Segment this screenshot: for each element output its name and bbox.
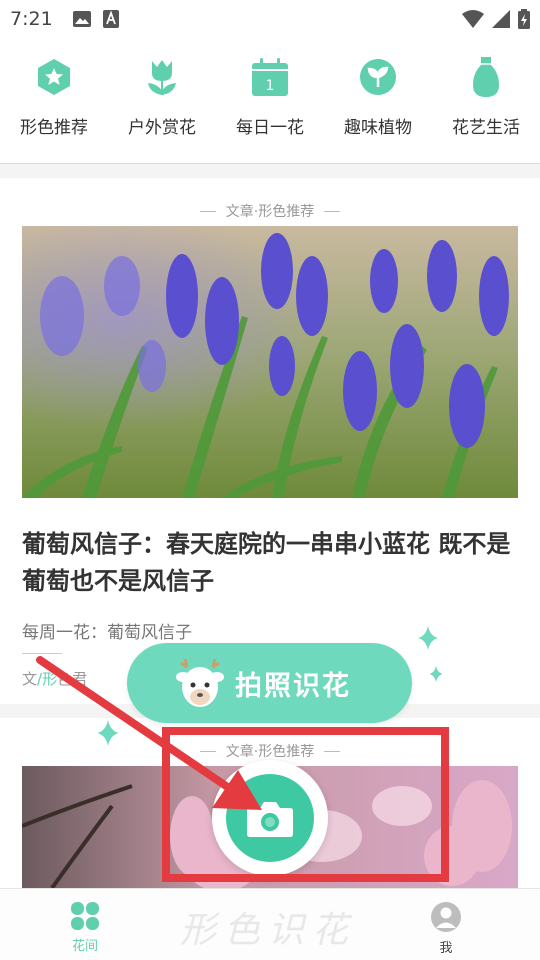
svg-text:1: 1 [266, 78, 275, 94]
category-item-recommend[interactable]: 形色推荐 [2, 55, 107, 155]
deer-mascot-icon [176, 658, 224, 707]
calendar-icon: 1 [248, 55, 292, 99]
tab-home-label: 花间 [71, 939, 98, 954]
bottom-tab-bar: 形色识花 花间 我 [0, 888, 540, 960]
category-label: 花艺生活 [452, 118, 520, 138]
article-title[interactable]: 葡萄风信子：春天庭院的一串串小蓝花 既不是葡萄也不是风信子 [22, 526, 518, 600]
category-item-fun-plants[interactable]: 趣味植物 [326, 55, 431, 155]
sparkle-icon [418, 626, 438, 650]
clover-icon [71, 902, 99, 930]
status-icons-right [462, 9, 530, 29]
category-item-outdoor[interactable]: 户外赏花 [110, 55, 215, 155]
category-nav: 形色推荐 户外赏花 1 每日一花 趣味植物 花艺生活 [0, 55, 540, 155]
sparkle-icon [97, 720, 119, 746]
tab-me-label: 我 [439, 941, 453, 956]
sparkle-icon [429, 666, 443, 682]
tag-dash [324, 210, 341, 212]
section-separator [0, 164, 540, 178]
status-icons-left [72, 10, 119, 28]
watermark-logo: 形色识花 [180, 910, 357, 951]
photo-identify-button[interactable]: 拍照识花 [127, 643, 412, 723]
sprout-icon [356, 55, 400, 99]
category-label: 形色推荐 [20, 118, 88, 138]
signal-icon [492, 10, 510, 28]
article-tag: 文章·形色推荐 [0, 178, 540, 226]
category-label: 每日一花 [236, 118, 304, 138]
article-subtitle: 每周一花：葡萄风信子 [22, 623, 192, 643]
battery-icon [518, 9, 530, 29]
tulip-icon [140, 55, 184, 99]
wifi-icon [462, 10, 484, 28]
status-bar: 7:21 [0, 0, 540, 38]
annotation-highlight-box [162, 727, 449, 882]
vase-icon [464, 55, 508, 99]
article-tag-text: 文章·形色推荐 [225, 204, 315, 220]
tab-me[interactable]: 我 [430, 901, 462, 956]
star-badge-icon [32, 55, 76, 99]
article-card[interactable]: 文章·形色推荐 [0, 178, 540, 704]
category-item-daily[interactable]: 1 每日一花 [218, 55, 323, 155]
category-label: 趣味植物 [344, 118, 412, 138]
subtitle-underline [22, 653, 62, 654]
photo-identify-label: 拍照识花 [235, 670, 351, 702]
status-time: 7:21 [10, 8, 53, 30]
category-label: 户外赏花 [128, 118, 196, 138]
tag-dash [199, 210, 216, 212]
article-image-grape-hyacinth[interactable] [22, 226, 518, 498]
user-avatar-icon [431, 902, 461, 932]
a-icon [102, 10, 119, 28]
category-item-floral-life[interactable]: 花艺生活 [434, 55, 539, 155]
image-icon [72, 11, 91, 27]
tab-home[interactable]: 花间 [70, 901, 100, 954]
